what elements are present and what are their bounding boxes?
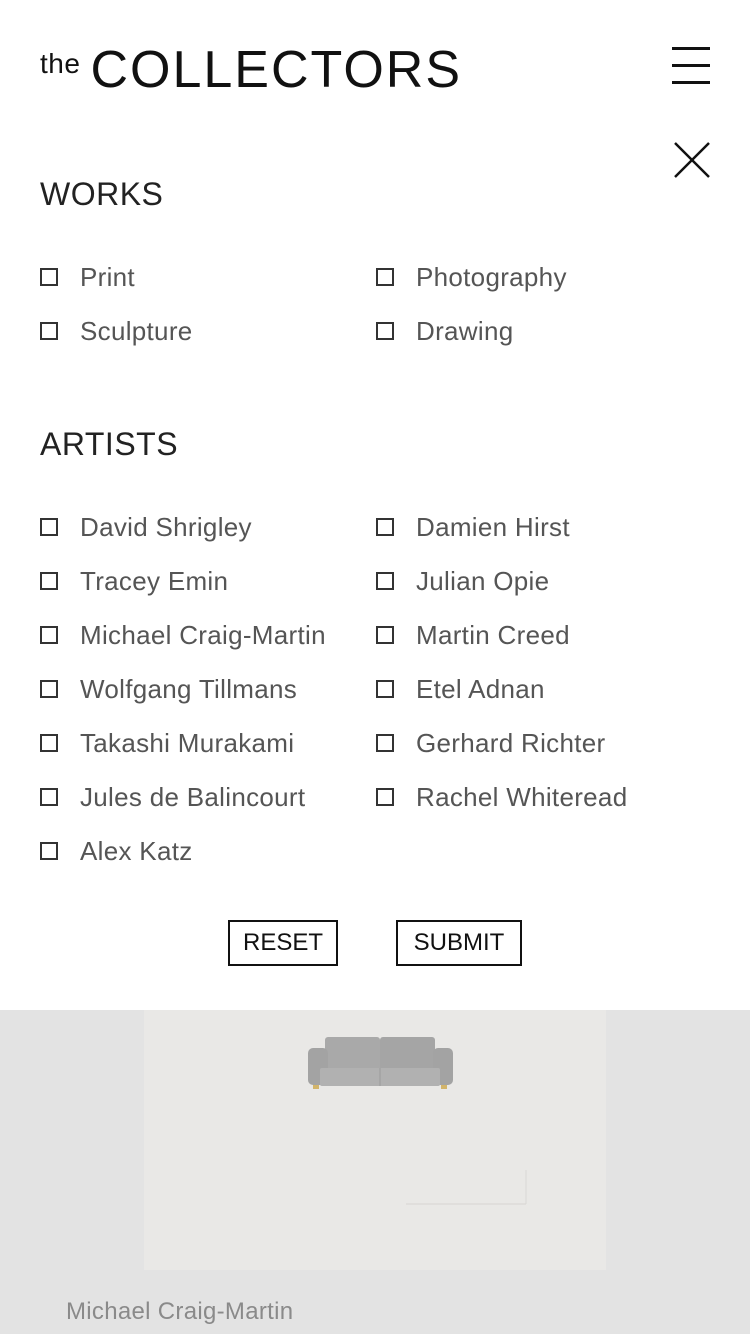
filter-option-rachel-whiteread[interactable]: Rachel Whiteread: [376, 777, 627, 817]
option-label: Print: [80, 261, 135, 292]
filter-option-photography[interactable]: Photography: [376, 257, 567, 297]
menu-bar-middle: [672, 64, 710, 67]
option-label: Damien Hirst: [416, 511, 570, 542]
checkbox[interactable]: [376, 734, 394, 752]
checkbox[interactable]: [40, 680, 58, 698]
option-label: Martin Creed: [416, 619, 570, 650]
checkbox[interactable]: [376, 268, 394, 286]
artists-section-title: ARTISTS: [40, 426, 179, 462]
close-icon[interactable]: [672, 140, 712, 180]
filter-option-david-shrigley[interactable]: David Shrigley: [40, 507, 252, 547]
option-label: Etel Adnan: [416, 673, 545, 704]
sofa-illustration: [308, 1037, 527, 1205]
filter-option-wolfgang-tillmans[interactable]: Wolfgang Tillmans: [40, 669, 297, 709]
filter-option-sculpture[interactable]: Sculpture: [40, 311, 193, 351]
hamburger-menu-icon[interactable]: [672, 47, 710, 85]
option-label: Jules de Balincourt: [80, 781, 306, 812]
option-label: Tracey Emin: [80, 565, 229, 596]
option-label: Drawing: [416, 315, 514, 346]
checkbox[interactable]: [40, 788, 58, 806]
checkbox[interactable]: [376, 680, 394, 698]
filter-option-alex-katz[interactable]: Alex Katz: [40, 831, 193, 871]
menu-bar-top: [672, 47, 710, 50]
option-label: Wolfgang Tillmans: [80, 673, 298, 704]
submit-button[interactable]: SUBMIT: [396, 920, 522, 966]
option-label: Takashi Murakami: [80, 727, 295, 758]
option-label: Rachel Whiteread: [416, 781, 628, 812]
works-section-title: WORKS: [40, 176, 164, 212]
checkbox[interactable]: [376, 572, 394, 590]
filter-option-takashi-murakami[interactable]: Takashi Murakami: [40, 723, 294, 763]
checkbox[interactable]: [40, 572, 58, 590]
filter-option-martin-creed[interactable]: Martin Creed: [376, 615, 570, 655]
checkbox[interactable]: [40, 734, 58, 752]
checkbox[interactable]: [40, 322, 58, 340]
filter-option-jules-de-balincourt[interactable]: Jules de Balincourt: [40, 777, 305, 817]
reset-button[interactable]: RESET: [228, 920, 338, 966]
menu-bar-bottom: [672, 81, 710, 84]
checkbox[interactable]: [376, 518, 394, 536]
artwork-artist-name[interactable]: Michael Craig-Martin: [66, 1298, 293, 1326]
filter-option-etel-adnan[interactable]: Etel Adnan: [376, 669, 545, 709]
checkbox[interactable]: [376, 626, 394, 644]
site-logo[interactable]: the COLLECTORS: [40, 44, 462, 96]
filter-option-gerhard-richter[interactable]: Gerhard Richter: [376, 723, 605, 763]
option-label: Gerhard Richter: [416, 727, 606, 758]
filter-option-tracey-emin[interactable]: Tracey Emin: [40, 561, 228, 601]
filter-option-drawing[interactable]: Drawing: [376, 311, 513, 351]
artwork-image[interactable]: [144, 1010, 606, 1270]
background-content: Michael Craig-Martin: [0, 1010, 750, 1334]
checkbox[interactable]: [376, 322, 394, 340]
filter-option-damien-hirst[interactable]: Damien Hirst: [376, 507, 570, 547]
filter-option-julian-opie[interactable]: Julian Opie: [376, 561, 549, 601]
logo-wordmark: COLLECTORS: [90, 41, 463, 99]
checkbox[interactable]: [40, 518, 58, 536]
checkbox[interactable]: [40, 268, 58, 286]
option-label: Alex Katz: [80, 835, 193, 866]
close-icon-glyph: [674, 142, 710, 178]
checkbox[interactable]: [40, 626, 58, 644]
filter-option-print[interactable]: Print: [40, 257, 135, 297]
option-label: David Shrigley: [80, 511, 252, 542]
checkbox[interactable]: [40, 842, 58, 860]
checkbox[interactable]: [376, 788, 394, 806]
option-label: Photography: [416, 261, 567, 292]
filter-option-michael-craig-martin[interactable]: Michael Craig-Martin: [40, 615, 326, 655]
option-label: Sculpture: [80, 315, 193, 346]
option-label: Julian Opie: [416, 565, 550, 596]
option-label: Michael Craig-Martin: [80, 619, 326, 650]
logo-prefix: the: [40, 48, 81, 79]
